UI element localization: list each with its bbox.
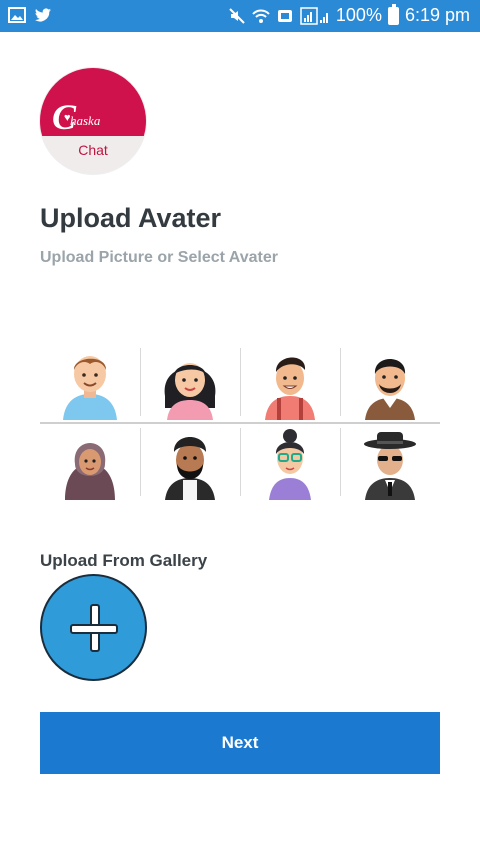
avatar-spy-hat[interactable] xyxy=(340,424,440,500)
avatar-man-turban[interactable] xyxy=(140,424,240,500)
signal-icon xyxy=(300,6,328,25)
man-turban-icon xyxy=(165,437,215,500)
logo-tagline: Chat xyxy=(78,142,108,158)
avatar-woman-hijab[interactable] xyxy=(40,424,140,500)
battery-icon xyxy=(387,3,399,25)
avatar-woman-glasses[interactable] xyxy=(240,424,340,500)
girl-avatar-icon xyxy=(164,363,216,420)
avatar-girl-black-hair[interactable] xyxy=(140,344,240,420)
boy-avatar-icon xyxy=(63,356,117,420)
wifi-icon xyxy=(252,9,270,23)
woman-glasses-icon xyxy=(269,429,311,500)
clock: 6:19 pm xyxy=(404,5,470,25)
avatar-man-beard[interactable] xyxy=(340,344,440,420)
avatar-man-suspenders[interactable] xyxy=(240,344,340,420)
status-bar-left xyxy=(8,6,52,24)
man-suspenders-icon xyxy=(265,357,315,420)
avatar-boy-blue-shirt[interactable] xyxy=(40,344,140,420)
next-button[interactable]: Next xyxy=(40,712,440,774)
twitter-icon xyxy=(35,8,51,22)
spy-hat-icon xyxy=(364,432,416,500)
avatar-grid xyxy=(40,344,440,500)
status-bar-right: 100% 6:19 pm xyxy=(228,3,470,26)
app-logo: C ♥ haska Chat xyxy=(40,68,146,174)
logo-brand-text: haska xyxy=(70,113,101,128)
battery-percent: 100% xyxy=(335,5,382,25)
status-bar: 100% 6:19 pm xyxy=(0,0,480,32)
page-title: Upload Avater xyxy=(40,203,222,233)
man-beard-icon xyxy=(365,359,415,420)
gallery-icon xyxy=(8,7,26,23)
mute-icon xyxy=(229,7,245,24)
page-subtitle: Upload Picture or Select Avater xyxy=(40,249,278,266)
woman-hijab-icon xyxy=(65,443,115,500)
upload-gallery-label: Upload From Gallery xyxy=(40,551,208,570)
message-icon xyxy=(277,9,292,22)
upload-gallery-button[interactable] xyxy=(40,574,147,681)
